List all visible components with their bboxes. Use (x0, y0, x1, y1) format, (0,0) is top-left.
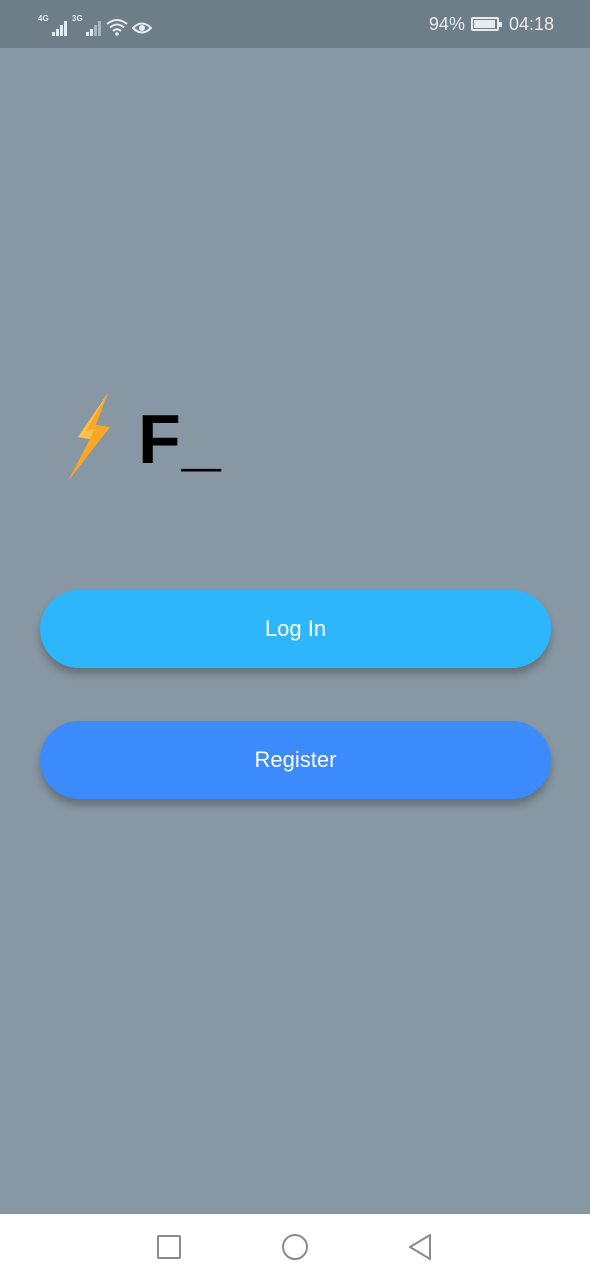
system-navigation-bar (0, 1214, 590, 1280)
battery-fill (473, 20, 495, 28)
network-type-label: 3G (72, 14, 83, 23)
register-button[interactable]: Register (40, 721, 551, 799)
status-icons-right: 94% 04:18 (429, 12, 554, 36)
app-name: F_ (138, 400, 222, 478)
circle-icon[interactable] (281, 1233, 309, 1261)
app-logo: F_ (64, 392, 222, 482)
login-button-label: Log In (264, 616, 327, 641)
battery-icon (470, 17, 502, 31)
triangle-back-icon[interactable] (406, 1233, 434, 1261)
network-type-label: 4G (38, 14, 49, 23)
wifi-icon (106, 19, 128, 36)
signal-3g: 3G (72, 14, 102, 36)
clock-time: 04:18 (508, 13, 554, 34)
signal-4g: 4G (38, 14, 68, 36)
lightning-bolt-icon (68, 393, 110, 481)
status-icons-left: 4G 3G (38, 12, 152, 36)
cellular-signal-icon (86, 21, 101, 36)
login-button[interactable]: Log In (40, 590, 551, 668)
square-icon[interactable] (155, 1233, 183, 1261)
eye-icon (132, 22, 152, 34)
register-button-label: Register (254, 747, 337, 772)
cellular-signal-icon (52, 21, 67, 36)
status-bar: 4G 3G 94% 04:18 (0, 0, 590, 48)
battery-percent: 94% (428, 13, 465, 34)
